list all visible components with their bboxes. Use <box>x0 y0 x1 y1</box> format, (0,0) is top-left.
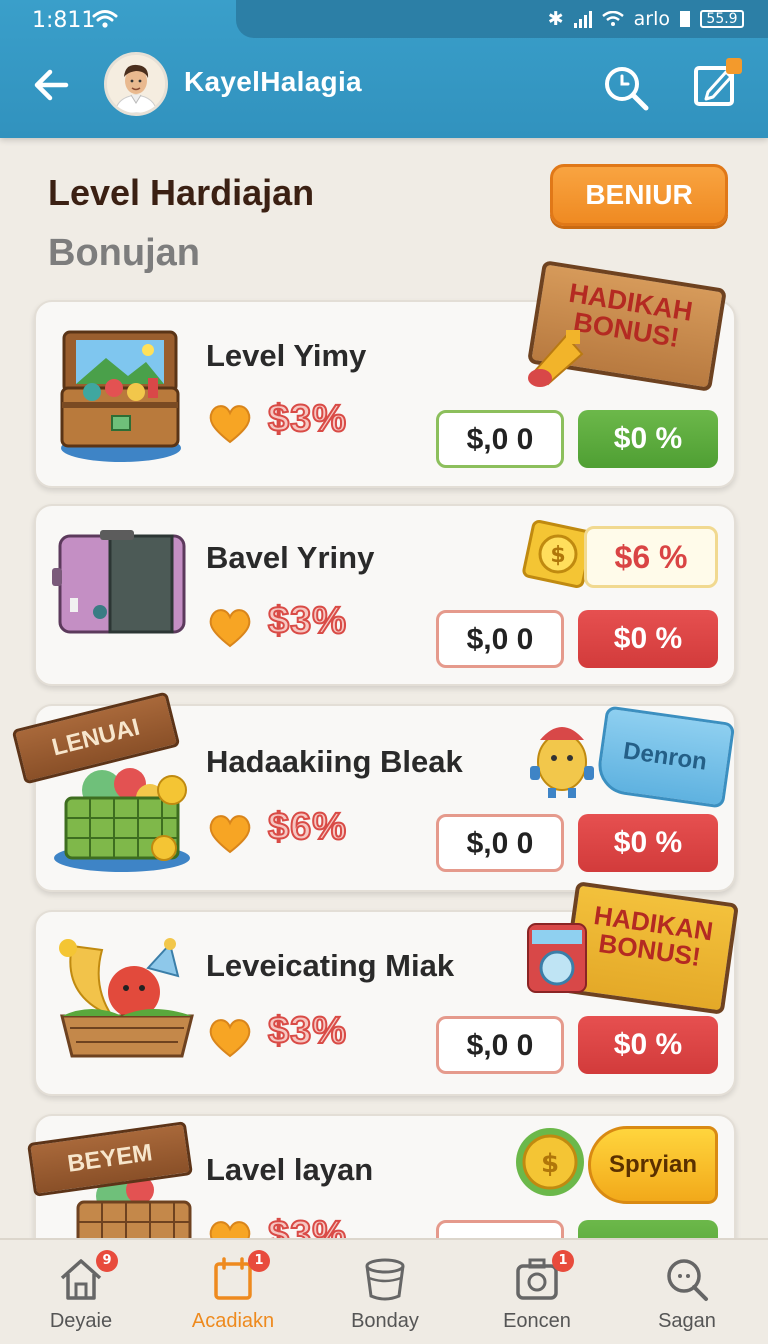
gold-tag: Spryian <box>588 1126 718 1204</box>
battery-label: 55.9 <box>706 11 738 27</box>
washing-machine-icon <box>527 923 587 993</box>
nav-item-acadiakn[interactable]: 1 Acadiakn <box>158 1240 308 1344</box>
nav-item-bonday[interactable]: Bonday <box>310 1240 460 1344</box>
level-card[interactable]: Level Yimy $3% HADIKAH BONUS! $,0 0 $0 % <box>34 260 736 488</box>
svg-text:$: $ <box>541 1149 559 1179</box>
compose-icon[interactable] <box>690 56 746 112</box>
status-bar: 1:811 ✱ arlo 55.9 <box>0 0 768 40</box>
card-title: Level Yimy <box>206 338 367 373</box>
card-claim-button[interactable]: $0 % <box>578 1016 718 1074</box>
svg-text:$: $ <box>550 543 565 568</box>
card-price-button[interactable]: $,0 0 <box>436 814 564 872</box>
card-title: Hadaakiing Bleak <box>206 744 463 779</box>
card-percent: $6% <box>267 805 348 849</box>
heart-icon <box>209 609 251 648</box>
heart-icon <box>209 1019 251 1058</box>
nav-label: Eoncen <box>503 1310 571 1332</box>
card-claim-button[interactable]: $0 % <box>578 610 718 668</box>
nav-badge: 1 <box>248 1250 270 1272</box>
ribbon-label: LENUAI <box>49 713 143 762</box>
wifi-status-icon <box>601 11 624 26</box>
nav-label: Deyaie <box>49 1310 113 1332</box>
blue-tag-label: Denron <box>621 737 709 776</box>
bonus-sign-text: HADIKAN BONUS! <box>592 900 715 973</box>
nav-item-eoncen[interactable]: 1 Eoncen <box>462 1240 612 1344</box>
card-claim-button[interactable]: $0 % <box>578 410 718 468</box>
card-title: Lavel layan <box>206 1152 374 1187</box>
nav-label: Sagan <box>658 1310 716 1332</box>
card-claim-button[interactable]: $0 % <box>578 814 718 872</box>
bucket-icon <box>365 1258 405 1301</box>
page-subtitle: Bonujan <box>48 232 200 274</box>
gold-tag-label: Spryian <box>608 1151 698 1178</box>
nav-badge: 9 <box>96 1250 118 1272</box>
bluetooth-icon: ✱ <box>547 8 564 30</box>
bottom-nav: 9 Deyaie 1 Acadiakn Bonday 1 Eoncen Saga… <box>0 1238 768 1344</box>
suitcase-icon <box>52 530 186 634</box>
card-percent: $3% <box>267 397 348 441</box>
card-price-button[interactable]: $,0 0 <box>436 410 564 468</box>
card-title: Leveicating Miak <box>206 948 455 983</box>
ribbon-label: BEYEM <box>65 1139 155 1178</box>
nav-badge: 1 <box>552 1250 574 1272</box>
fruit-basket-icon <box>59 938 194 1058</box>
top-action-button[interactable]: BENIUR <box>550 164 728 226</box>
nav-item-deyaie[interactable]: 9 Deyaie <box>6 1240 156 1344</box>
search-icon[interactable] <box>600 62 652 114</box>
level-card[interactable]: Bavel Yriny $3% $ $6 % $,0 0 $0 % <box>34 504 736 686</box>
signal-icon <box>573 10 592 28</box>
card-percent: $3% <box>267 599 348 643</box>
avatar-portrait <box>107 55 165 113</box>
card-title: Bavel Yriny <box>206 540 375 575</box>
card-price-button[interactable]: $,0 0 <box>436 1016 564 1074</box>
price-tag: $6 % <box>584 526 718 588</box>
level-card[interactable]: Leveicating Miak $3% HADIKAN BONUS! $,0 … <box>34 881 739 1096</box>
nav-label: Bonday <box>351 1310 419 1332</box>
wifi-icon <box>92 10 118 28</box>
carrier-label: arlo <box>633 8 670 30</box>
level-card[interactable]: LENUAI Hadaakiing Bleak $6% Denron $,0 0… <box>11 691 736 892</box>
heart-icon <box>209 815 251 854</box>
status-time: 1:811 <box>32 8 96 33</box>
heart-icon <box>209 405 251 444</box>
treasure-chest-icon <box>60 330 181 462</box>
bell-icon <box>528 330 584 387</box>
nav-label: Acadiakn <box>191 1310 275 1332</box>
avatar[interactable] <box>104 52 168 116</box>
blue-tag: Denron <box>594 705 736 809</box>
search-icon <box>667 1259 708 1301</box>
username[interactable]: KayelHalagia <box>184 66 362 98</box>
gold-coin-icon: $ <box>516 1128 584 1196</box>
nav-item-sagan[interactable]: Sagan <box>612 1240 762 1344</box>
app-header: 1:811 ✱ arlo 55.9 KayelHalagia <box>0 0 768 138</box>
battery-indicator: 55.9 <box>700 10 744 28</box>
status-icons: ✱ arlo 55.9 <box>548 8 744 30</box>
page-title: Level Hardiajan <box>48 172 315 213</box>
sim-icon <box>680 11 690 27</box>
card-price-button[interactable]: $,0 0 <box>436 610 564 668</box>
back-arrow-icon[interactable] <box>28 62 74 108</box>
mascot-icon <box>530 727 594 798</box>
app-root: 1:811 ✱ arlo 55.9 KayelHalagia Level Har… <box>0 0 768 1344</box>
card-percent: $3% <box>267 1009 348 1053</box>
